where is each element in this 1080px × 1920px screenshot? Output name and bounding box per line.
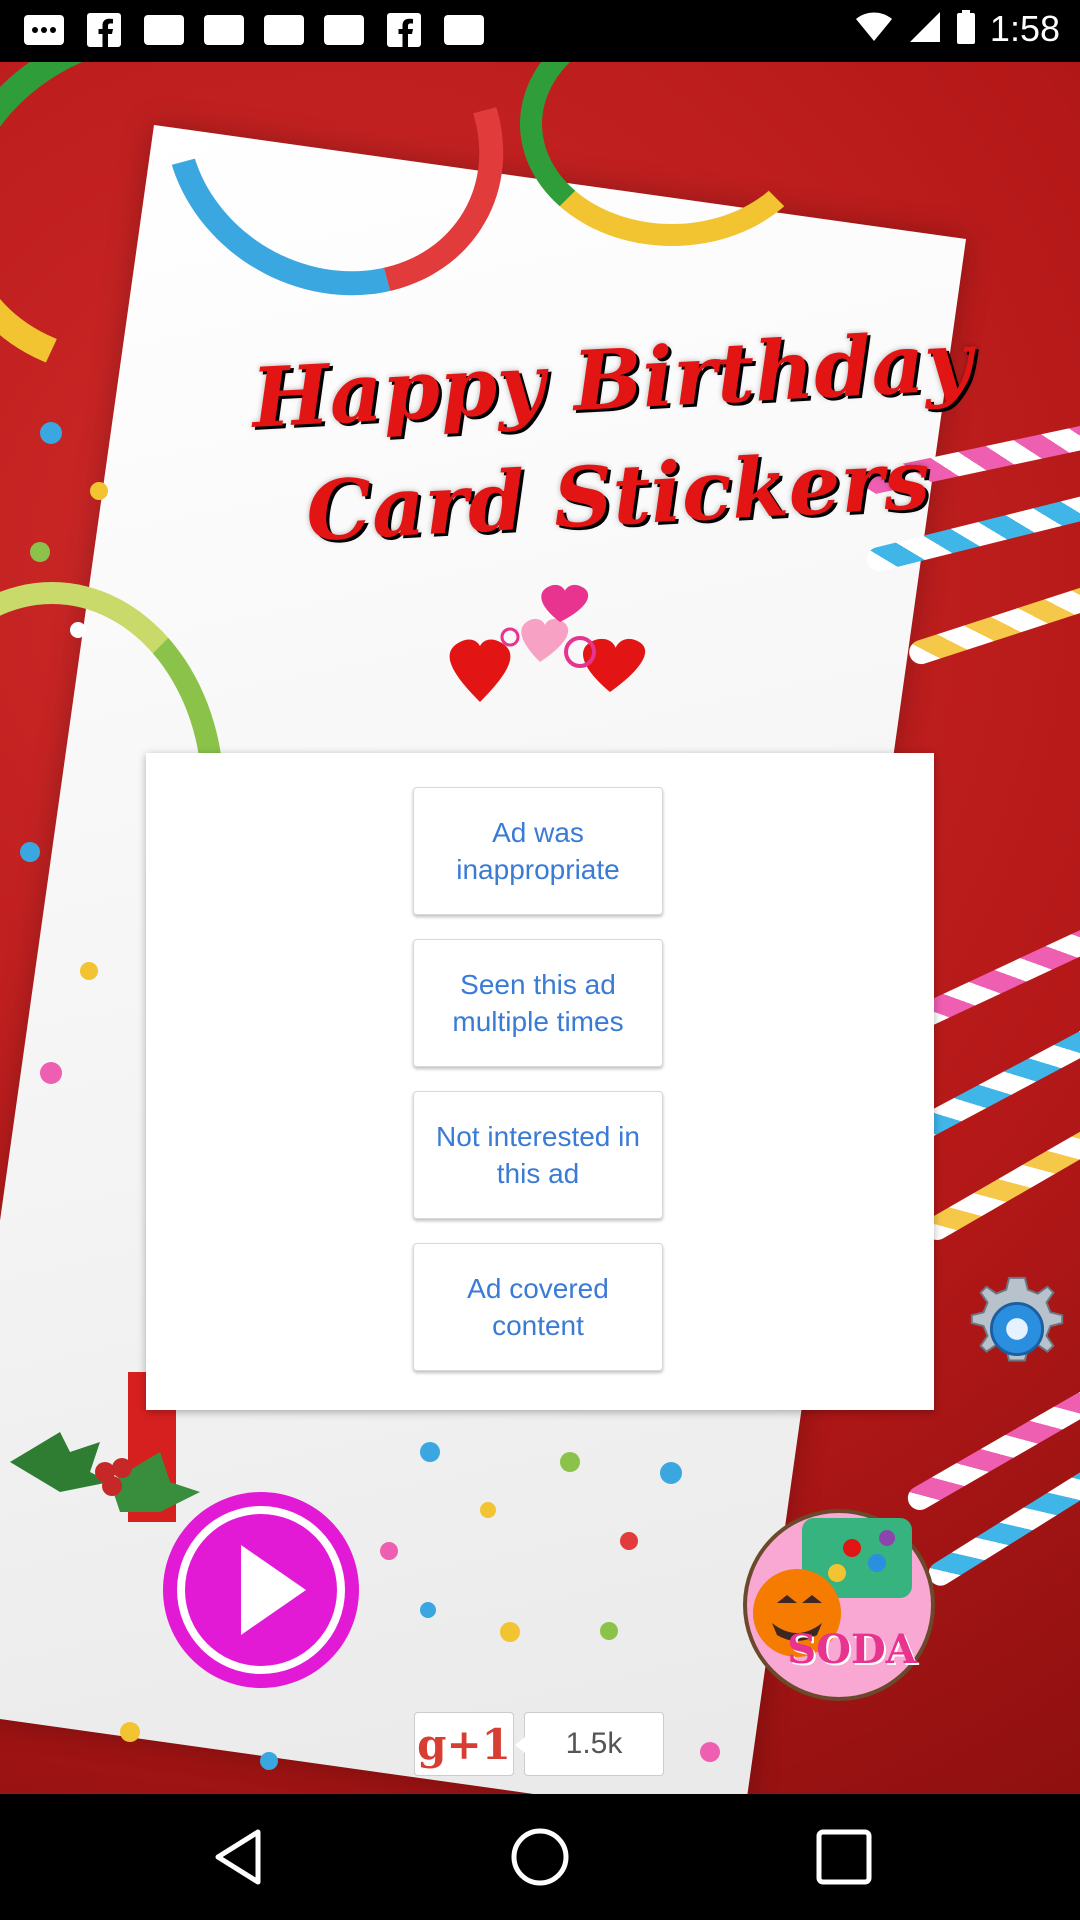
image-icon (204, 12, 244, 48)
battery-icon (956, 10, 976, 48)
app-screen: Happy Birthday Card Stickers SODA g+1 1.… (0, 62, 1080, 1794)
confetti-dot (40, 422, 62, 444)
confetti-dot (700, 1742, 720, 1762)
confetti-dot (560, 1452, 580, 1472)
notification-icons (24, 12, 484, 48)
image-icon (264, 12, 304, 48)
ad-not-interested-button[interactable]: Not interested in this ad (413, 1091, 663, 1219)
status-bar: 1:58 (0, 0, 1080, 62)
confetti-dot (20, 842, 40, 862)
candle-decoration (906, 582, 1080, 668)
status-time: 1:58 (989, 8, 1060, 49)
back-icon[interactable] (206, 1824, 272, 1890)
confetti-dot (600, 1622, 618, 1640)
facebook-icon (84, 12, 124, 48)
confetti-dot (90, 482, 108, 500)
confetti-dot (40, 1062, 62, 1084)
confetti-dot (80, 962, 98, 980)
confetti-dot (500, 1622, 520, 1642)
gear-icon[interactable] (958, 1270, 1076, 1388)
gplus-button[interactable]: g+1 (414, 1712, 514, 1776)
system-status: 1:58 (854, 8, 1060, 50)
confetti-dot (620, 1532, 638, 1550)
signal-icon (908, 10, 942, 48)
navigation-bar (0, 1794, 1080, 1920)
confetti-dot (660, 1462, 682, 1484)
hearts-decoration (449, 584, 646, 702)
confetti-dot (480, 1502, 496, 1518)
ad-seen-multiple-times-button[interactable]: Seen this ad multiple times (413, 939, 663, 1067)
app-title: Happy Birthday Card Stickers (145, 298, 1080, 578)
candle-decoration (913, 923, 1080, 1030)
confetti-dot (30, 542, 50, 562)
soda-promo-button[interactable]: SODA (742, 1508, 936, 1702)
confetti-dot (420, 1442, 440, 1462)
ad-feedback-dialog: Ad was inappropriate Seen this ad multip… (146, 753, 934, 1410)
image-icon (144, 12, 184, 48)
ad-inappropriate-button[interactable]: Ad was inappropriate (413, 787, 663, 915)
image-icon (324, 12, 364, 48)
play-button[interactable] (156, 1485, 366, 1695)
confetti-dot (70, 622, 86, 638)
image-icon (444, 12, 484, 48)
wifi-icon (854, 11, 894, 47)
more-icon (24, 12, 64, 48)
confetti-dot (260, 1752, 278, 1770)
ad-covered-content-button[interactable]: Ad covered content (413, 1243, 663, 1371)
confetti-dot (380, 1542, 398, 1560)
confetti-dot (420, 1602, 436, 1618)
gplus-count: 1.5k (515, 1712, 664, 1776)
facebook-icon (384, 12, 424, 48)
candle-decoration (920, 1123, 1080, 1245)
confetti-dot (120, 1722, 140, 1742)
promo-label: SODA (787, 1626, 917, 1673)
home-icon[interactable] (507, 1824, 573, 1890)
recent-apps-icon[interactable] (811, 1824, 877, 1890)
